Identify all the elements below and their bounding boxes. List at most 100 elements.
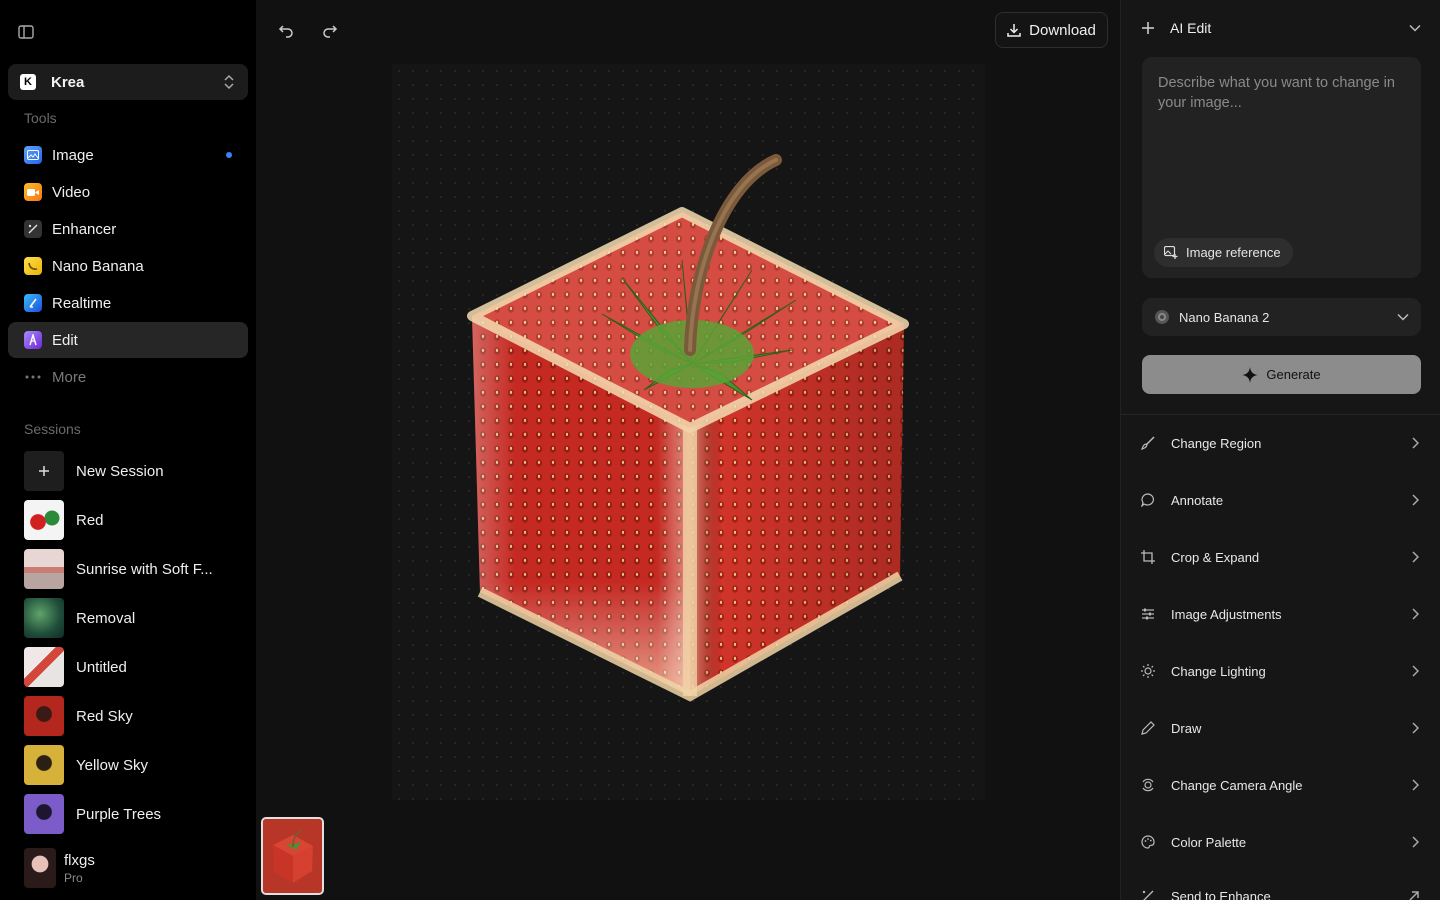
plus-icon [1142, 22, 1154, 34]
avatar [24, 848, 56, 888]
tool-image-adjustments[interactable]: Image Adjustments [1121, 592, 1440, 636]
chevron-right-icon [1412, 779, 1419, 791]
chevron-right-icon [1412, 437, 1419, 449]
download-button[interactable]: Download [995, 12, 1108, 48]
edit-app-icon [24, 331, 42, 349]
user-name: flxgs [64, 851, 95, 869]
session-item[interactable]: Removal [24, 598, 248, 638]
tools-section-label: Tools [24, 110, 57, 126]
sidebar-toggle-icon[interactable] [17, 23, 35, 41]
undo-icon [278, 25, 293, 38]
generate-label: Generate [1266, 367, 1321, 382]
prompt-box: Image reference [1142, 57, 1421, 278]
krea-logo-icon: K [20, 74, 36, 90]
more-dots-icon [24, 368, 42, 386]
video-app-icon [24, 183, 42, 201]
image-add-icon [1164, 246, 1178, 259]
tool-send-to-enhance[interactable]: Send to Enhance [1121, 874, 1440, 900]
session-label: Removal [76, 609, 136, 627]
sidebar-item-nano-banana[interactable]: Nano Banana [8, 248, 248, 284]
thumbnail-preview [263, 819, 322, 893]
chevron-right-icon [1412, 494, 1419, 506]
tool-change-region[interactable]: Change Region [1121, 421, 1440, 465]
sliders-icon [1142, 608, 1154, 620]
strawberry-cube-image [467, 154, 909, 702]
tool-draw[interactable]: Draw [1121, 706, 1440, 750]
crop-icon [1141, 550, 1155, 564]
enhancer-app-icon [24, 220, 42, 238]
workspace-name: Krea [51, 73, 85, 91]
session-label: Red [76, 511, 104, 529]
sun-icon [1141, 664, 1155, 678]
undo-button[interactable] [272, 16, 300, 44]
sidebar-item-more[interactable]: More [8, 359, 248, 395]
sidebar-item-image[interactable]: Image [8, 137, 248, 173]
tool-crop-expand[interactable]: Crop & Expand [1121, 535, 1440, 579]
session-item[interactable]: Untitled [24, 647, 248, 687]
session-thumbnail [24, 500, 64, 540]
session-item[interactable]: Red [24, 500, 248, 540]
generate-button[interactable]: Generate [1142, 355, 1421, 394]
new-indicator-dot [226, 152, 232, 158]
session-label: Purple Trees [76, 805, 162, 823]
ai-edit-panel: AI Edit Image reference Nano Banana 2 Ge… [1120, 0, 1440, 900]
session-thumbnail [24, 745, 64, 785]
session-label: Sunrise with Soft F... [76, 560, 213, 578]
divider [1121, 414, 1440, 415]
chevron-right-icon [1412, 722, 1419, 734]
sessions-section-label: Sessions [24, 421, 81, 437]
prompt-input[interactable] [1142, 57, 1421, 227]
panel-title: AI Edit [1170, 20, 1212, 36]
session-item[interactable]: Purple Trees [24, 794, 248, 834]
session-item[interactable]: Sunrise with Soft F... [24, 549, 248, 589]
pencil-icon [1141, 721, 1155, 735]
banana-app-icon [24, 257, 42, 275]
download-label: Download [1029, 21, 1096, 39]
image-reference-button[interactable]: Image reference [1154, 238, 1293, 267]
tool-label: Change Region [1171, 435, 1262, 451]
image-canvas[interactable] [392, 64, 985, 800]
session-thumbnail [24, 794, 64, 834]
sidebar: K Krea Tools Image Video Enhancer Nano B… [0, 0, 256, 900]
tool-change-camera-angle[interactable]: Change Camera Angle [1121, 763, 1440, 807]
tool-annotate[interactable]: Annotate [1121, 478, 1440, 522]
download-icon [1007, 24, 1021, 37]
tool-label: Color Palette [1171, 834, 1247, 850]
tool-label: Crop & Expand [1171, 549, 1260, 565]
enhance-icon [1142, 890, 1154, 900]
tool-label: Change Camera Angle [1171, 777, 1303, 793]
redo-button[interactable] [316, 16, 344, 44]
new-session-button[interactable]: New Session [24, 451, 248, 491]
palette-icon [1141, 835, 1155, 849]
sidebar-item-label: Image [52, 146, 94, 164]
new-session-label: New Session [76, 462, 164, 480]
model-name: Nano Banana 2 [1179, 309, 1270, 325]
session-thumbnail [24, 549, 64, 589]
tool-label: Annotate [1171, 492, 1224, 508]
chevron-down-icon [1397, 313, 1409, 321]
tool-label: Image Adjustments [1171, 606, 1282, 622]
image-thumbnail[interactable] [261, 817, 324, 895]
brush-icon [1141, 436, 1155, 450]
workspace-switcher[interactable]: K Krea [8, 64, 248, 100]
sidebar-item-edit[interactable]: Edit [8, 322, 248, 358]
tool-color-palette[interactable]: Color Palette [1121, 820, 1440, 864]
tool-change-lighting[interactable]: Change Lighting [1121, 649, 1440, 693]
ai-edit-header[interactable]: AI Edit [1121, 0, 1440, 56]
speech-bubble-icon [1141, 493, 1154, 507]
chevron-right-icon [1412, 665, 1419, 677]
session-thumbnail [24, 647, 64, 687]
redo-icon [323, 25, 338, 38]
session-item[interactable]: Red Sky [24, 696, 248, 736]
model-select[interactable]: Nano Banana 2 [1142, 298, 1421, 336]
user-profile[interactable]: flxgs Pro [24, 848, 95, 888]
image-app-icon [24, 146, 42, 164]
sidebar-item-video[interactable]: Video [8, 174, 248, 210]
sidebar-item-enhancer[interactable]: Enhancer [8, 211, 248, 247]
sidebar-item-realtime[interactable]: Realtime [8, 285, 248, 321]
sidebar-item-label: Nano Banana [52, 257, 144, 275]
session-label: Yellow Sky [76, 756, 148, 774]
sidebar-item-label: Edit [52, 331, 78, 349]
session-item[interactable]: Yellow Sky [24, 745, 248, 785]
chevron-right-icon [1412, 608, 1419, 620]
